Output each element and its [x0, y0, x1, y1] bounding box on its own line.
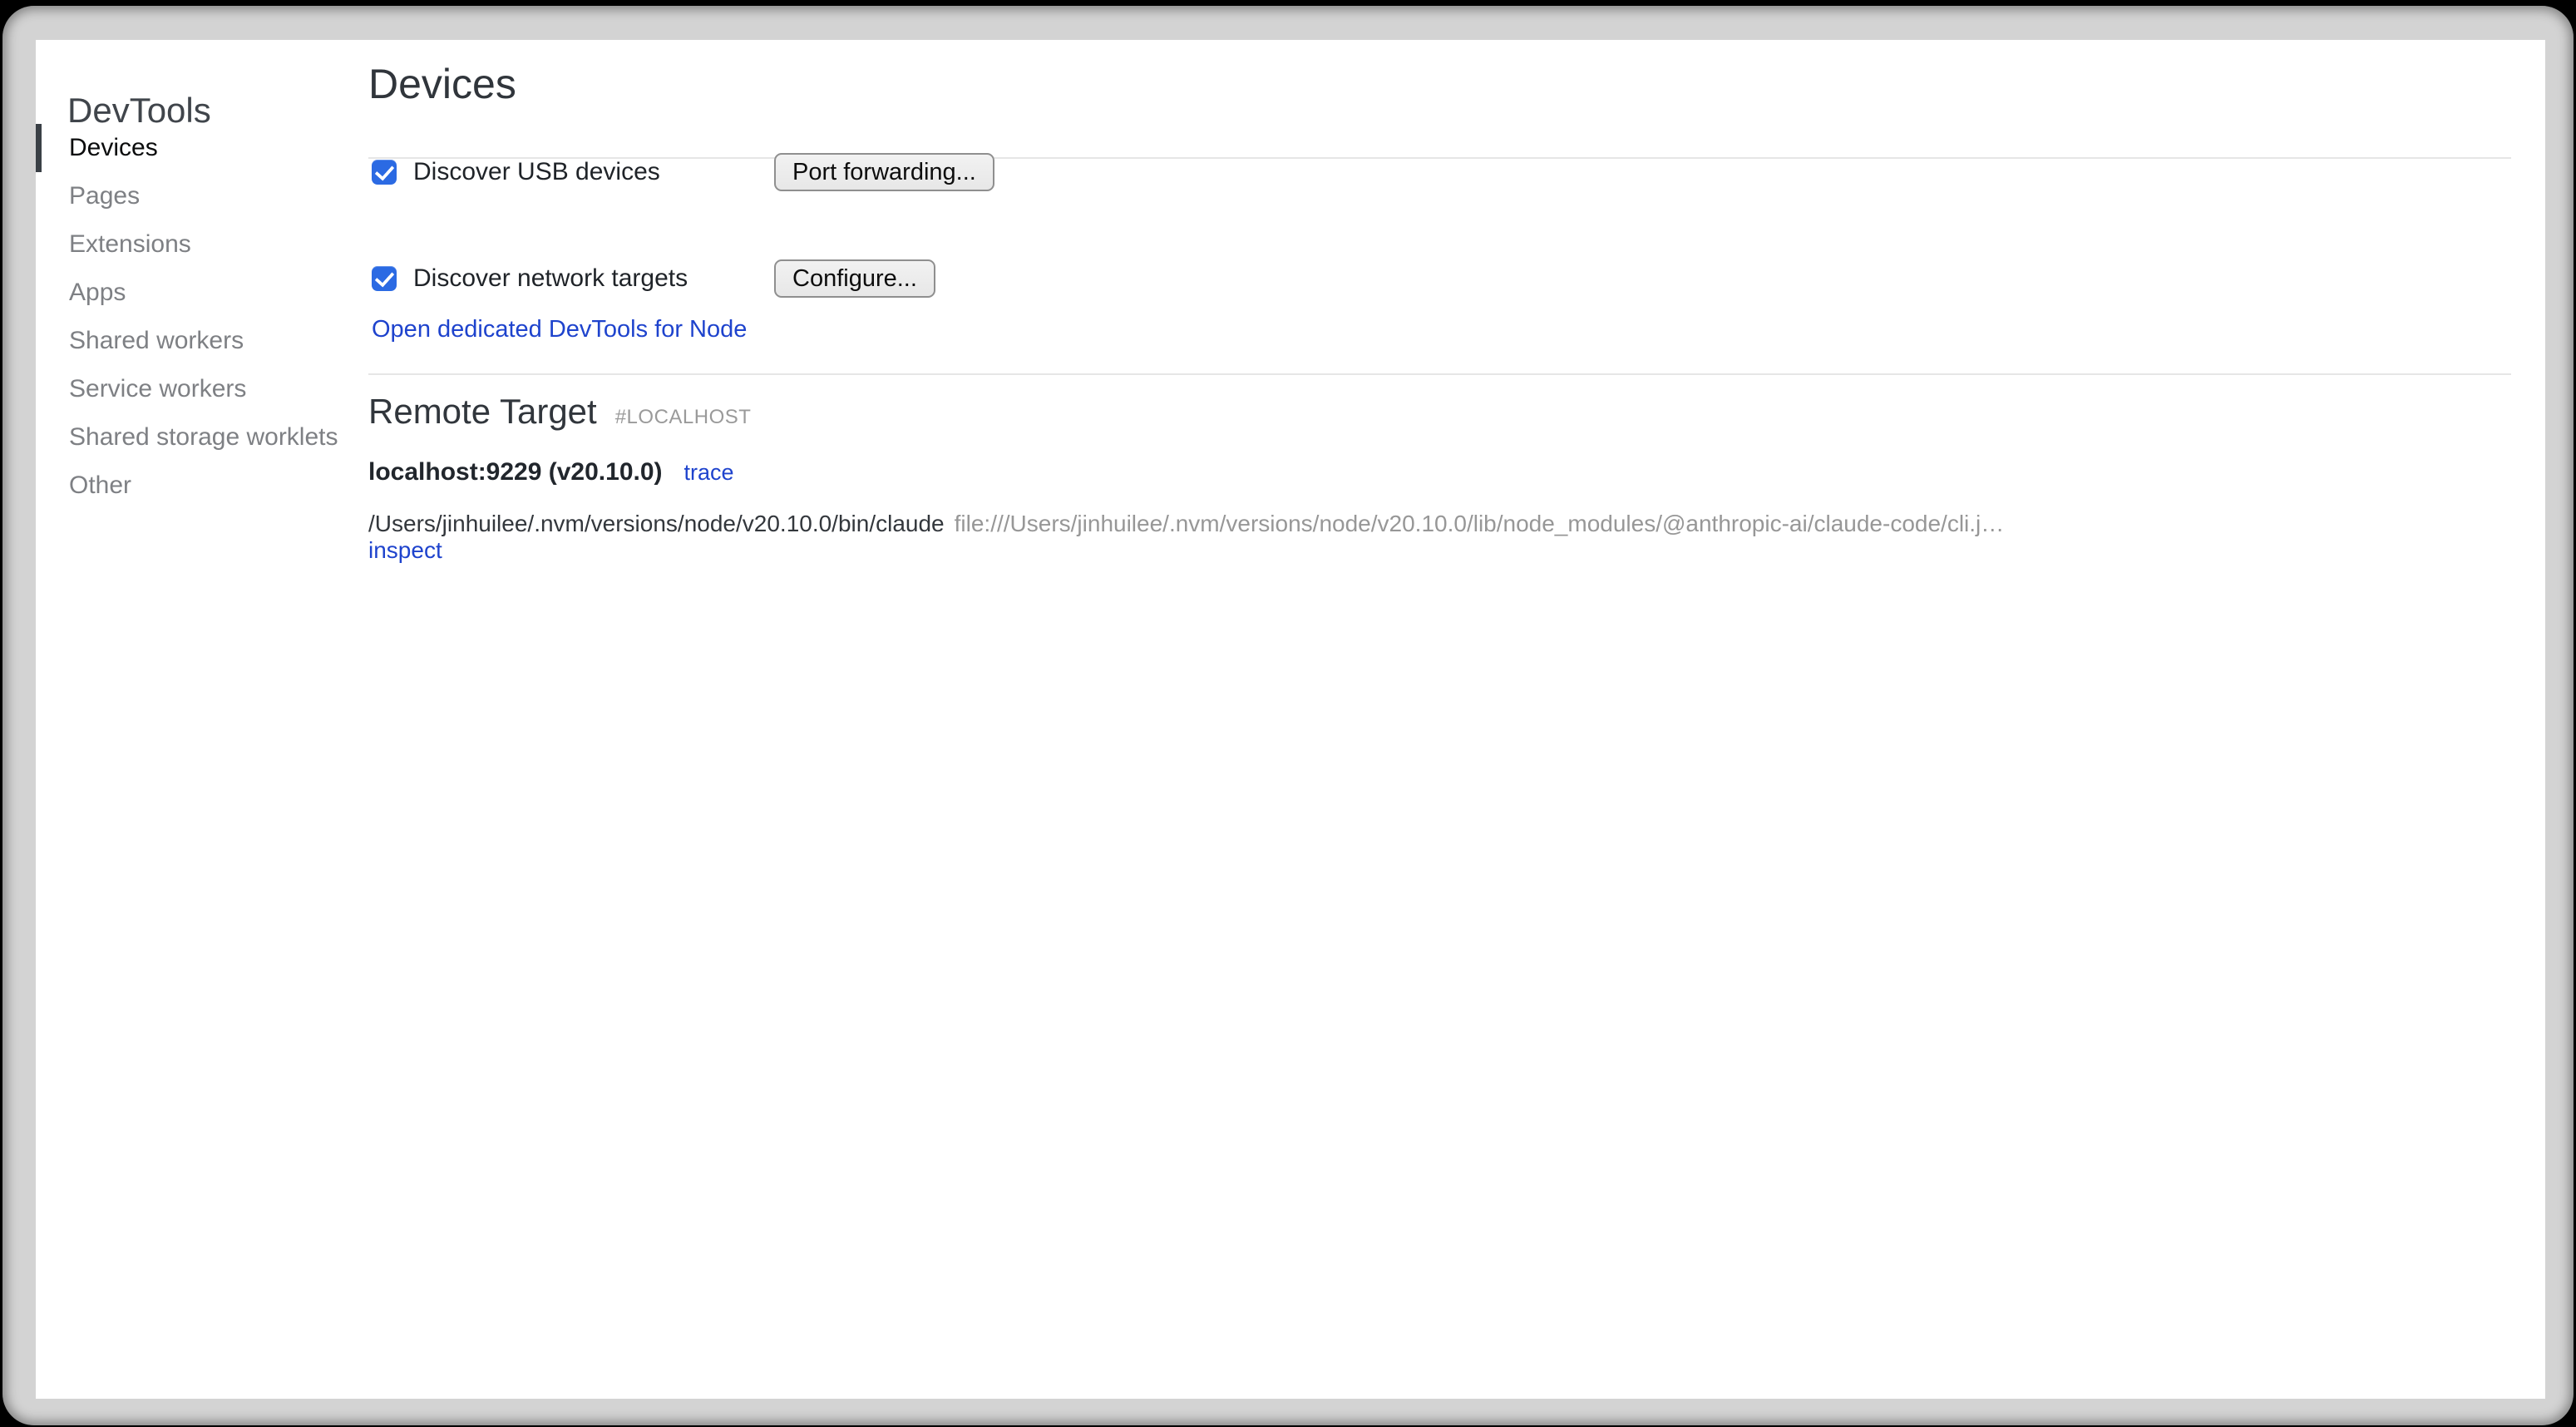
- divider: [368, 373, 2511, 375]
- sidebar-item-label: Other: [69, 472, 131, 500]
- sidebar-item-label: Pages: [69, 182, 140, 210]
- remote-target-heading: Remote Target #LOCALHOST: [368, 393, 751, 437]
- divider: [368, 157, 2511, 159]
- target-path-row: /Users/jinhuilee/.nvm/versions/node/v20.…: [368, 511, 2004, 537]
- sidebar-item-extensions[interactable]: Extensions: [36, 220, 368, 269]
- target-name: localhost:9229 (v20.10.0): [368, 458, 663, 486]
- trace-link[interactable]: trace: [684, 460, 734, 486]
- selected-indicator: [36, 124, 42, 172]
- sidebar-nav: Devices Pages Extensions Apps Shared wor…: [36, 124, 368, 510]
- sidebar-item-service-workers[interactable]: Service workers: [36, 365, 368, 413]
- sidebar-item-apps[interactable]: Apps: [36, 269, 368, 317]
- sidebar-item-label: Shared workers: [69, 327, 244, 355]
- sidebar-item-label: Shared storage worklets: [69, 423, 338, 452]
- sidebar-item-label: Devices: [69, 134, 158, 162]
- sidebar-item-devices[interactable]: Devices: [36, 124, 368, 172]
- discover-network-checkbox[interactable]: [372, 266, 397, 291]
- target-row: localhost:9229 (v20.10.0) trace: [368, 458, 734, 486]
- localhost-tag: #LOCALHOST: [615, 398, 752, 437]
- main-content: Devices Discover USB devices Port forwar…: [368, 40, 2511, 1399]
- sidebar-item-shared-workers[interactable]: Shared workers: [36, 317, 368, 365]
- sidebar-item-other[interactable]: Other: [36, 462, 368, 510]
- discover-network-label[interactable]: Discover network targets: [413, 264, 688, 293]
- page-title: Devices: [368, 62, 516, 106]
- devtools-window: DevTools Devices Pages Extensions Apps S…: [36, 40, 2545, 1399]
- sidebar-item-label: Service workers: [69, 375, 246, 403]
- port-forwarding-button[interactable]: Port forwarding...: [774, 153, 994, 191]
- sidebar: DevTools Devices Pages Extensions Apps S…: [36, 40, 368, 1399]
- discover-usb-label[interactable]: Discover USB devices: [413, 158, 660, 186]
- inspect-link[interactable]: inspect: [368, 537, 442, 563]
- sidebar-item-pages[interactable]: Pages: [36, 172, 368, 220]
- target-module-url: file:///Users/jinhuilee/.nvm/versions/no…: [955, 511, 2005, 536]
- configure-button[interactable]: Configure...: [774, 259, 935, 298]
- target-binary-path: /Users/jinhuilee/.nvm/versions/node/v20.…: [368, 511, 945, 536]
- open-node-devtools-link[interactable]: Open dedicated DevTools for Node: [372, 316, 747, 343]
- sidebar-item-label: Apps: [69, 279, 126, 307]
- sidebar-item-shared-storage-worklets[interactable]: Shared storage worklets: [36, 413, 368, 462]
- discover-usb-row: Discover USB devices Port forwarding...: [372, 153, 660, 191]
- discover-network-row: Discover network targets Configure...: [372, 259, 688, 298]
- screen-frame: DevTools Devices Pages Extensions Apps S…: [2, 6, 2574, 1425]
- remote-target-title: Remote Target: [368, 393, 597, 431]
- sidebar-item-label: Extensions: [69, 230, 191, 259]
- discover-usb-checkbox[interactable]: [372, 160, 397, 185]
